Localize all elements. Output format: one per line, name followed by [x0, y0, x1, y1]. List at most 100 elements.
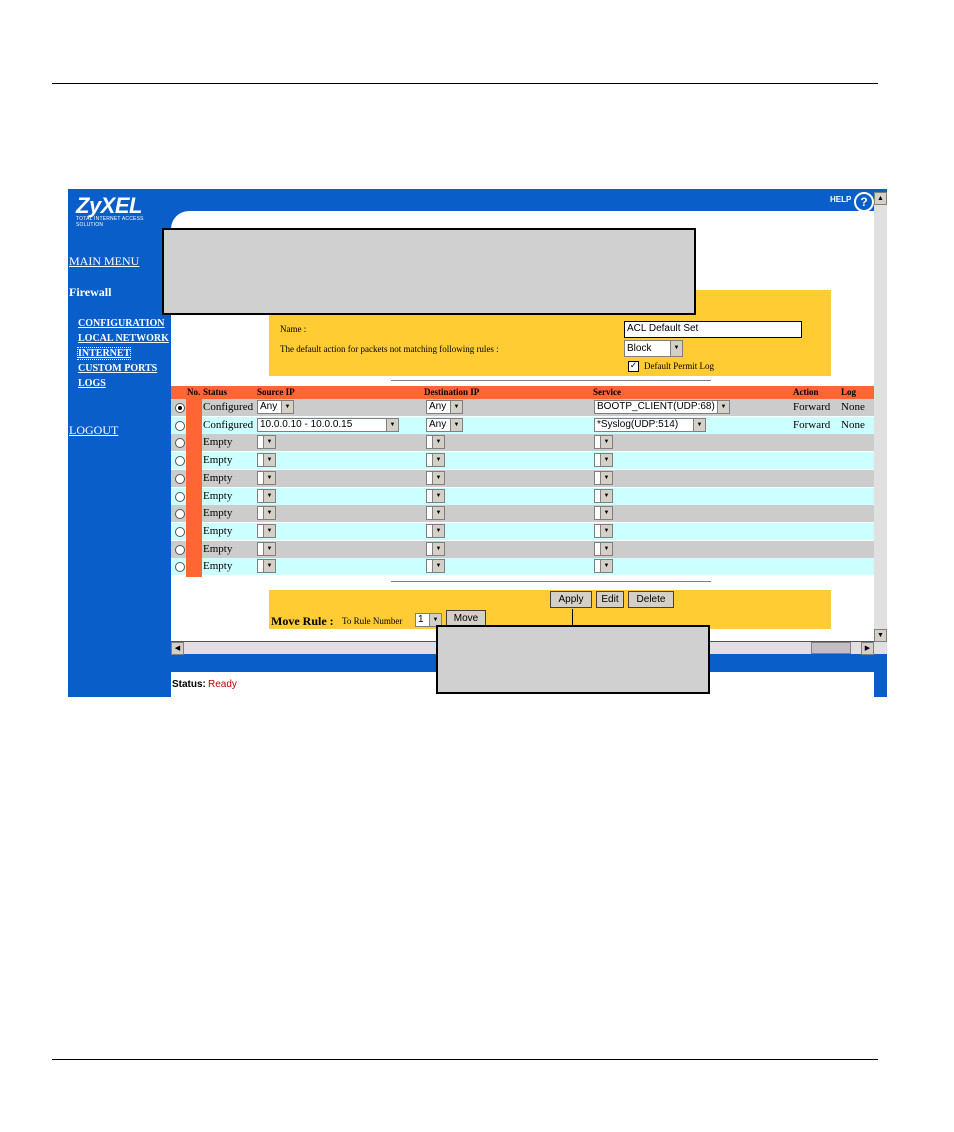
set-name-field[interactable]: ACL Default Set [624, 321, 802, 338]
source-ip-select-value: Any [260, 401, 278, 412]
destination-ip-select[interactable]: ▼ [426, 488, 445, 503]
sidebar: ZyXEL TOTAL INTERNET ACCESS SOLUTION MAI… [68, 189, 171, 697]
destination-ip-select[interactable]: ▼ [426, 559, 445, 574]
service-select[interactable]: ▼ [594, 506, 613, 521]
help-icon[interactable]: ? [854, 192, 874, 212]
source-ip-select[interactable]: Any ▼ [257, 400, 294, 414]
source-ip-select[interactable]: ▼ [257, 506, 276, 521]
source-ip-select[interactable]: ▼ [257, 488, 276, 503]
rule-radio[interactable] [175, 473, 185, 484]
rules-table-header: No. Status Source IP Destination IP Serv… [171, 386, 874, 399]
sidebar-item-local-network[interactable]: LOCAL NETWORK [78, 333, 169, 344]
rule-status: Empty [203, 560, 233, 573]
scroll-down-icon[interactable]: ▼ [874, 629, 887, 642]
apply-button[interactable]: Apply [550, 591, 592, 608]
service-select[interactable]: ▼ [594, 541, 613, 556]
header-service: Service [593, 387, 621, 397]
table-row: 9.Empty▼▼▼ [171, 540, 874, 558]
source-ip-select-value: 10.0.0.10 - 10.0.0.15 [260, 418, 353, 430]
rule-status: Empty [203, 524, 233, 537]
chevron-down-icon: ▼ [281, 401, 293, 413]
rule-status: Empty [203, 489, 233, 502]
destination-ip-select[interactable]: ▼ [426, 541, 445, 556]
chevron-down-icon: ▼ [600, 524, 612, 537]
help-label[interactable]: HELP [830, 195, 851, 204]
default-permit-log-checkbox[interactable]: ✓ [628, 361, 639, 372]
rule-log: None [841, 418, 865, 431]
service-select[interactable]: ▼ [594, 470, 613, 485]
destination-ip-select[interactable]: ▼ [426, 435, 445, 450]
service-select[interactable]: BOOTP_CLIENT(UDP:68) ▼ [594, 400, 730, 414]
rule-radio[interactable] [175, 544, 185, 555]
rule-radio[interactable] [175, 491, 185, 502]
scroll-right-icon[interactable]: ▶ [861, 642, 874, 655]
source-ip-select[interactable]: ▼ [257, 453, 276, 468]
service-select[interactable]: ▼ [594, 523, 613, 538]
destination-ip-select[interactable]: ▼ [426, 506, 445, 521]
page-bottom-rule [52, 1059, 878, 1060]
header-source: Source IP [257, 387, 295, 397]
rule-status: Empty [203, 507, 233, 520]
destination-ip-select[interactable]: ▼ [426, 453, 445, 468]
destination-ip-select-value: Any [429, 418, 447, 430]
scroll-up-icon[interactable]: ▲ [874, 192, 887, 205]
rule-status: Empty [203, 436, 233, 449]
source-ip-select[interactable]: ▼ [257, 559, 276, 574]
chevron-down-icon: ▼ [263, 524, 275, 537]
status-label: Status: [172, 679, 206, 690]
destination-ip-select[interactable]: Any ▼ [426, 400, 463, 414]
rule-status: Empty [203, 542, 233, 555]
scroll-thumb[interactable] [811, 642, 851, 654]
edit-button[interactable]: Edit [596, 591, 624, 608]
source-ip-select[interactable]: 10.0.0.10 - 10.0.0.15 ▼ [257, 417, 399, 432]
vertical-scrollbar[interactable]: ▲ ▼ [874, 192, 887, 642]
chevron-down-icon: ▼ [263, 489, 275, 502]
rule-radio[interactable] [175, 456, 185, 467]
service-select[interactable]: ▼ [594, 488, 613, 503]
main-menu-link[interactable]: MAIN MENU [69, 254, 139, 269]
rule-radio[interactable] [175, 420, 185, 431]
destination-ip-select[interactable]: Any ▼ [426, 417, 463, 432]
table-row: 10.Empty▼▼▼ [171, 558, 874, 576]
rule-radio[interactable] [175, 562, 185, 573]
chevron-down-icon: ▼ [600, 542, 612, 555]
rule-status: Configured [203, 418, 254, 431]
section-title: Firewall [69, 285, 112, 299]
default-permit-log-label: Default Permit Log [644, 361, 714, 371]
scroll-left-icon[interactable]: ◀ [171, 642, 184, 655]
source-ip-select[interactable]: ▼ [257, 523, 276, 538]
chevron-down-icon: ▼ [263, 507, 275, 520]
callout-pointer [572, 609, 573, 625]
page-top-rule [52, 83, 878, 84]
service-select[interactable]: ▼ [594, 559, 613, 574]
sidebar-item-logs[interactable]: LOGS [78, 378, 106, 389]
rule-radio[interactable] [175, 438, 185, 449]
source-ip-select[interactable]: ▼ [257, 435, 276, 450]
service-select[interactable]: ▼ [594, 435, 613, 450]
logo-tagline: TOTAL INTERNET ACCESS SOLUTION [76, 216, 144, 228]
rule-radio[interactable] [175, 509, 185, 520]
chevron-down-icon: ▼ [432, 489, 444, 502]
source-ip-select[interactable]: ▼ [257, 541, 276, 556]
chevron-down-icon: ▼ [600, 489, 612, 502]
sidebar-item-internet[interactable]: INTERNET [76, 347, 132, 360]
sidebar-item-configuration[interactable]: CONFIGURATION [78, 318, 164, 329]
rule-radio[interactable] [175, 403, 185, 413]
rule-status: Empty [203, 454, 233, 467]
service-select[interactable]: *Syslog(UDP:514) ▼ [594, 417, 706, 432]
source-ip-select[interactable]: ▼ [257, 470, 276, 485]
sidebar-item-custom-ports[interactable]: CUSTOM PORTS [78, 363, 157, 374]
destination-ip-select[interactable]: ▼ [426, 470, 445, 485]
service-select[interactable]: ▼ [594, 453, 613, 468]
rule-number-value: 1 [418, 614, 424, 625]
chevron-down-icon: ▼ [450, 401, 462, 413]
divider-top [391, 380, 711, 381]
table-row: 8.Empty▼▼▼ [171, 522, 874, 540]
header-action: Action [793, 387, 819, 397]
rule-radio[interactable] [175, 526, 185, 537]
rule-action: Forward [793, 401, 831, 413]
delete-button[interactable]: Delete [628, 591, 674, 608]
destination-ip-select[interactable]: ▼ [426, 523, 445, 538]
logout-link[interactable]: LOGOUT [69, 423, 118, 438]
default-action-select[interactable]: Block ▼ [624, 340, 683, 357]
